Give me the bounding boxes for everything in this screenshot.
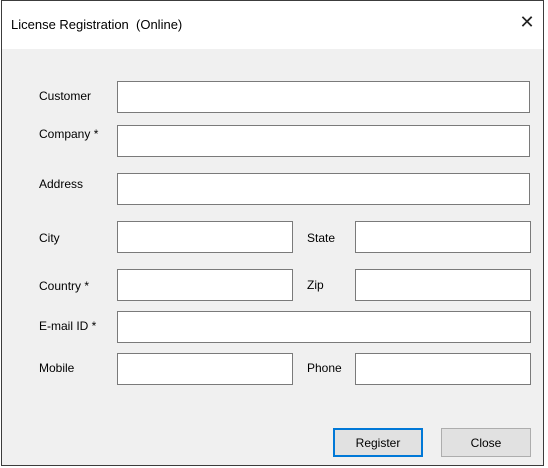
close-icon[interactable]: ✕ xyxy=(517,13,537,33)
company-input[interactable] xyxy=(117,125,530,157)
mobile-input[interactable] xyxy=(117,353,293,385)
address-input[interactable] xyxy=(117,173,530,205)
phone-input[interactable] xyxy=(355,353,531,385)
title-bar: License Registration (Online) ✕ xyxy=(2,1,543,49)
city-input[interactable] xyxy=(117,221,293,253)
customer-label: Customer xyxy=(39,89,92,103)
state-input[interactable] xyxy=(355,221,531,253)
zip-label: Zip xyxy=(307,278,324,292)
email-label: E-mail ID * xyxy=(39,319,97,333)
customer-input[interactable] xyxy=(117,81,530,113)
country-input[interactable] xyxy=(117,269,293,301)
mobile-label: Mobile xyxy=(39,361,75,375)
phone-label: Phone xyxy=(307,361,342,375)
email-input[interactable] xyxy=(117,311,531,343)
country-label: Country * xyxy=(39,279,90,293)
close-button[interactable]: Close xyxy=(441,428,531,457)
zip-input[interactable] xyxy=(355,269,531,301)
company-label: Company * xyxy=(39,127,99,141)
state-label: State xyxy=(307,231,336,245)
window-title: License Registration (Online) xyxy=(11,17,183,32)
address-label: Address xyxy=(39,177,84,191)
license-registration-dialog: License Registration (Online) ✕ Customer… xyxy=(1,0,544,466)
city-label: City xyxy=(39,231,60,245)
register-button[interactable]: Register xyxy=(333,428,423,457)
